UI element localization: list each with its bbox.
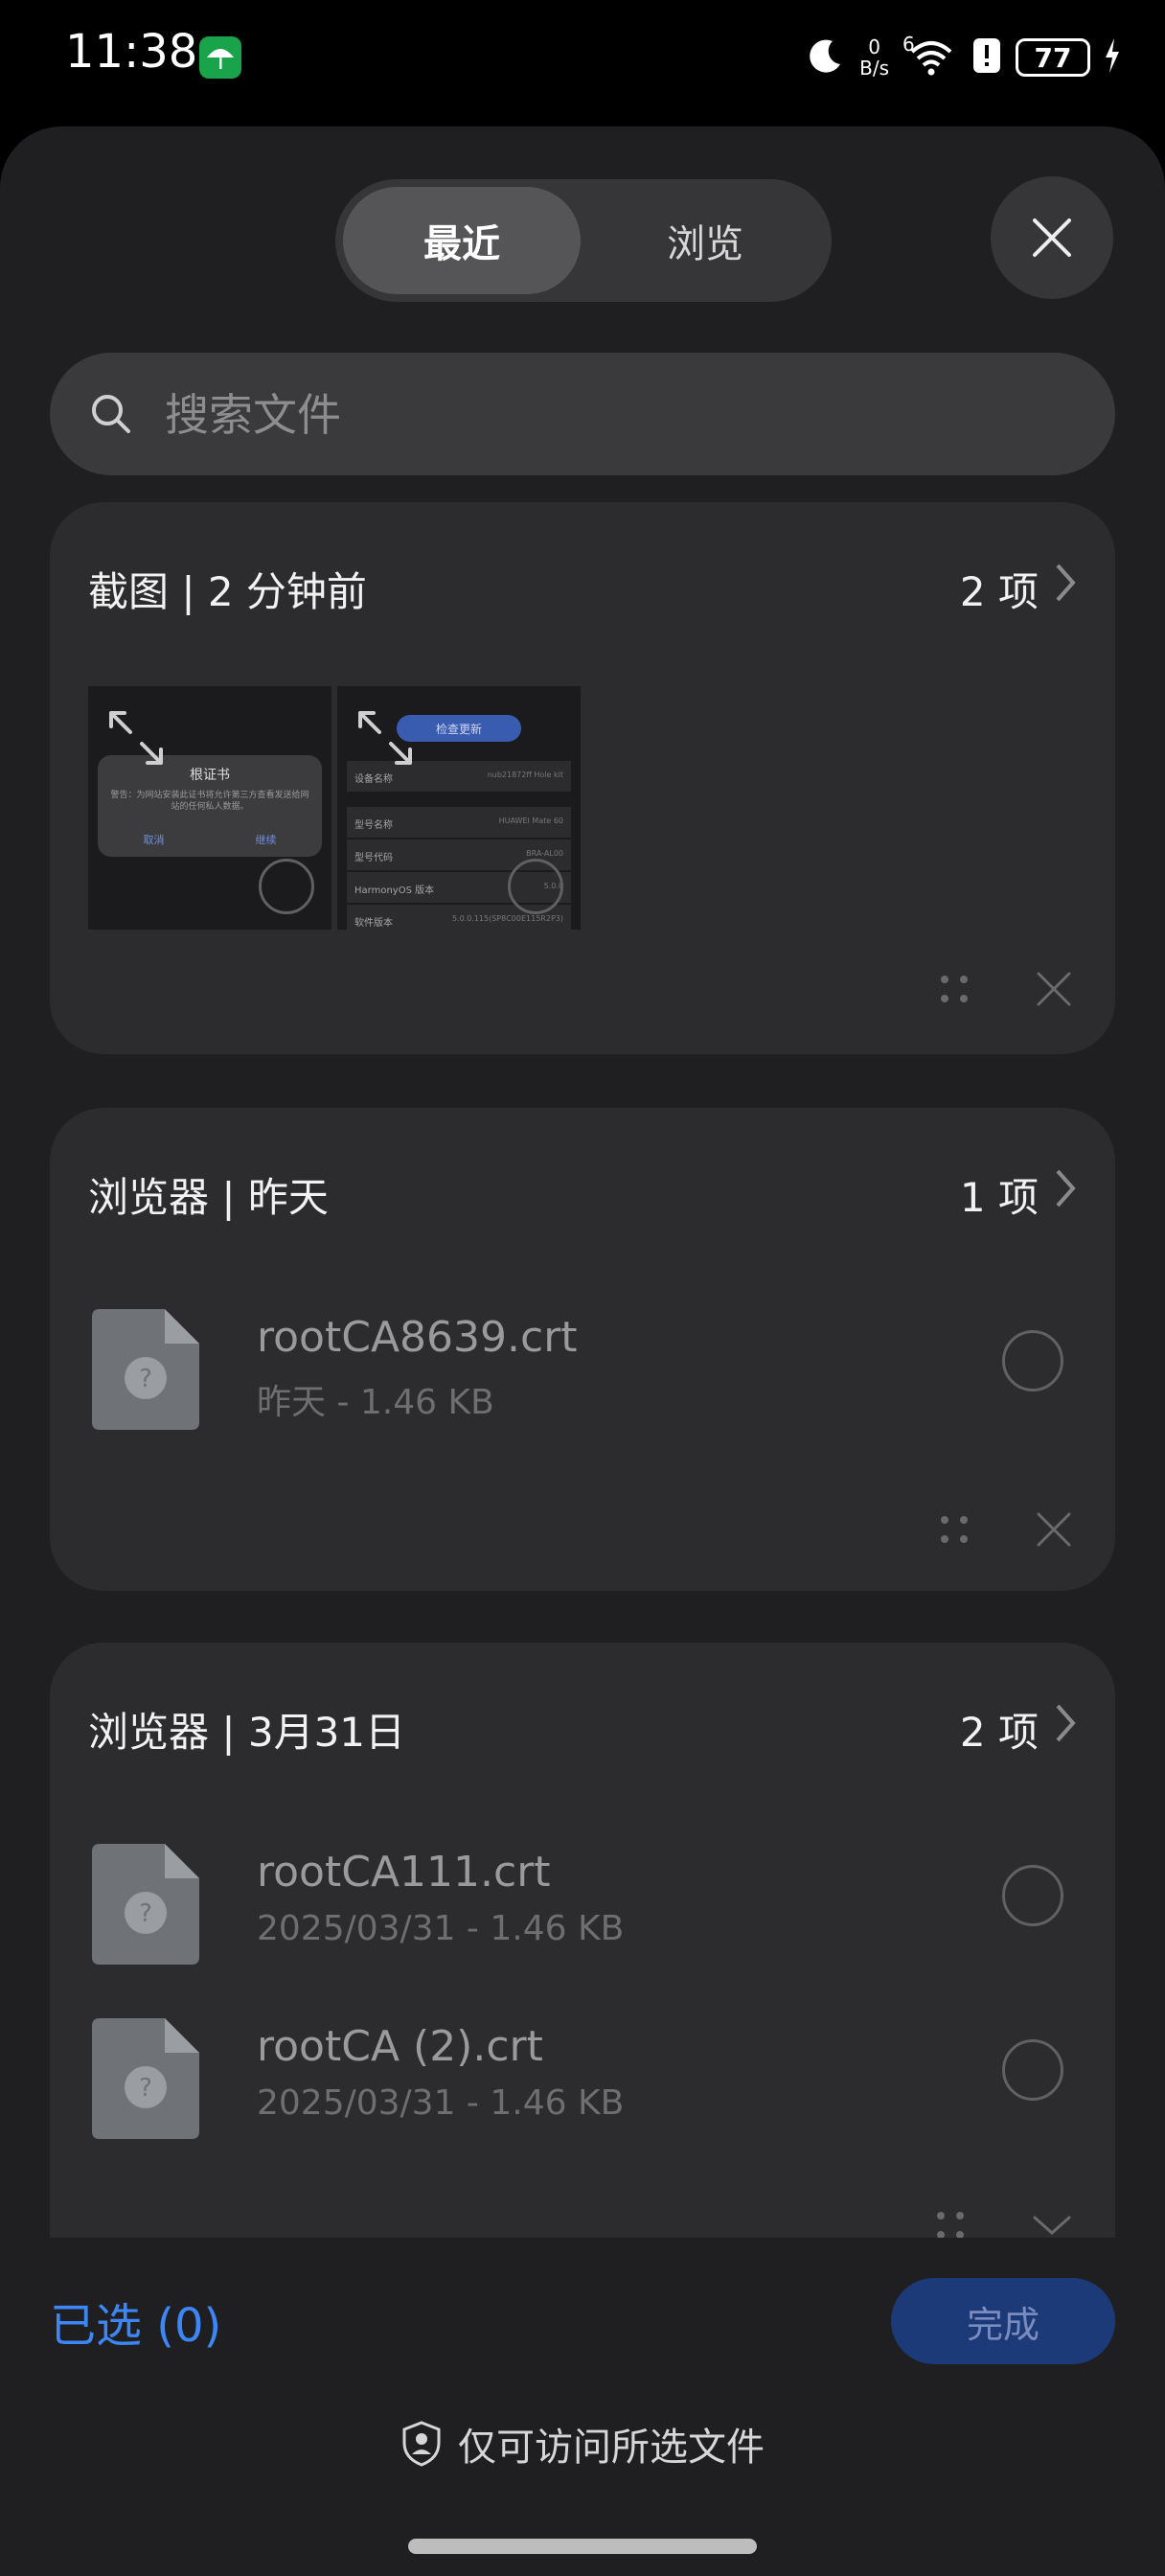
file-select-circle[interactable] <box>1002 1865 1063 1926</box>
expand-icon[interactable] <box>105 707 167 769</box>
svg-text:?: ? <box>139 1899 152 1928</box>
drag-handle-icon[interactable] <box>937 1510 971 1549</box>
file-meta: 2025/03/31 - 1.46 KB <box>257 1909 625 1948</box>
unknown-file-icon: ? <box>92 1844 199 1965</box>
file-select-circle[interactable] <box>1002 1330 1063 1392</box>
card-actions <box>937 970 1073 1008</box>
bottom-bar: 已选 (0) 完成 仅可访问所选文件 <box>0 2238 1165 2576</box>
close-icon[interactable] <box>1035 970 1073 1008</box>
screenshot-thumbnail[interactable]: 根证书 警告：为网站安装此证书将允许第三方查看发送给网站的任何私人数据。 取消 … <box>88 686 331 930</box>
wifi-label: 6 <box>902 33 915 56</box>
file-select-circle[interactable] <box>1002 2039 1063 2101</box>
chevron-right-icon[interactable] <box>1052 1702 1079 1744</box>
drag-handle-icon[interactable] <box>937 970 971 1008</box>
net-speed-unit: B/s <box>859 57 889 80</box>
close-icon[interactable] <box>1035 1510 1073 1549</box>
group-card-screenshots: 截图 | 2 分钟前 2 项 根证书 警告：为网站安装此证书将允许第三方查看发送… <box>50 502 1115 1054</box>
close-button[interactable] <box>991 176 1113 299</box>
tab-recent[interactable]: 最近 <box>343 187 581 294</box>
shield-icon <box>402 2421 441 2467</box>
tab-switcher: 最近 浏览 <box>335 179 832 302</box>
group-card-browser-mar31: 浏览器 | 3月31日 2 项 ? rootCA111.crt 2025/03/… <box>50 1643 1115 2313</box>
status-time: 11:38 <box>65 25 198 79</box>
group-title: 浏览器 | 3月31日 <box>88 1709 406 1756</box>
group-count[interactable]: 2 项 <box>960 1700 1039 1759</box>
net-speed-value: 0 <box>868 35 880 58</box>
file-name: rootCA111.crt <box>257 1848 551 1897</box>
umbrella-app-icon <box>199 36 241 79</box>
thumbnail-strip: 根证书 警告：为网站安装此证书将允许第三方查看发送给网站的任何私人数据。 取消 … <box>88 686 581 930</box>
select-circle[interactable] <box>508 859 563 914</box>
unknown-file-icon: ? <box>92 1309 199 1430</box>
file-meta: 昨天 - 1.46 KB <box>257 1383 494 1422</box>
file-row[interactable]: ? rootCA8639.crt 昨天 - 1.46 KB <box>50 1290 1115 1434</box>
status-indicators: 0 B/s 6 77 <box>806 29 1121 86</box>
status-bar: 11:38 0 B/s 6 77 <box>0 0 1165 115</box>
select-circle[interactable] <box>259 859 314 914</box>
search-input[interactable] <box>163 376 1086 454</box>
moon-icon <box>806 35 846 80</box>
file-row[interactable]: ? rootCA111.crt 2025/03/31 - 1.46 KB <box>50 1825 1115 1968</box>
group-count[interactable]: 2 项 <box>960 560 1039 618</box>
file-picker-sheet: 最近 浏览 截图 | 2 分钟前 2 项 根证书 警告：为网站安装此证书将允许第… <box>0 126 1165 2576</box>
dialog-cancel: 取消 <box>143 834 165 846</box>
battery-level: 77 <box>1034 41 1072 74</box>
file-name: rootCA (2).crt <box>257 2022 543 2071</box>
charging-icon <box>1104 36 1121 79</box>
home-indicator[interactable] <box>408 2539 757 2554</box>
expand-icon[interactable] <box>354 707 416 769</box>
tab-browse[interactable]: 浏览 <box>586 187 824 294</box>
group-title: 浏览器 | 昨天 <box>88 1174 329 1221</box>
search-icon <box>92 395 130 433</box>
access-note-text: 仅可访问所选文件 <box>458 2426 765 2470</box>
close-icon <box>1033 218 1071 257</box>
net-speed: 0 B/s <box>859 36 889 79</box>
unknown-file-icon: ? <box>92 2018 199 2139</box>
battery-indicator: 77 <box>1016 38 1090 77</box>
svg-text:?: ? <box>139 1365 152 1393</box>
file-row[interactable]: ? rootCA (2).crt 2025/03/31 - 1.46 KB <box>50 1999 1115 2143</box>
selected-count: 已选 (0) <box>50 2299 222 2353</box>
thumbnail-dialog: 根证书 警告：为网站安装此证书将允许第三方查看发送给网站的任何私人数据。 取消 … <box>98 755 322 857</box>
chevron-right-icon[interactable] <box>1052 1167 1079 1209</box>
chevron-right-icon[interactable] <box>1052 562 1079 604</box>
alert-icon <box>971 36 1002 79</box>
card-actions <box>937 1510 1073 1549</box>
dialog-confirm: 继续 <box>255 834 277 846</box>
access-note: 仅可访问所选文件 <box>0 2416 1165 2472</box>
search-bar <box>50 353 1115 475</box>
dialog-body: 警告：为网站安装此证书将允许第三方查看发送给网站的任何私人数据。 <box>110 791 309 812</box>
group-card-browser-yesterday: 浏览器 | 昨天 1 项 ? rootCA8639.crt 昨天 - 1.46 … <box>50 1108 1115 1591</box>
file-meta: 2025/03/31 - 1.46 KB <box>257 2083 625 2123</box>
svg-text:?: ? <box>139 2074 152 2103</box>
wifi-icon: 6 <box>902 33 958 79</box>
screenshot-thumbnail[interactable]: 检查更新 设备名称 nub21872ff Hole kit 型号名称 HUAWEI … <box>337 686 581 930</box>
group-title: 截图 | 2 分钟前 <box>88 568 367 615</box>
done-button[interactable]: 完成 <box>891 2278 1115 2364</box>
group-count[interactable]: 1 项 <box>960 1165 1039 1224</box>
file-name: rootCA8639.crt <box>257 1313 578 1362</box>
